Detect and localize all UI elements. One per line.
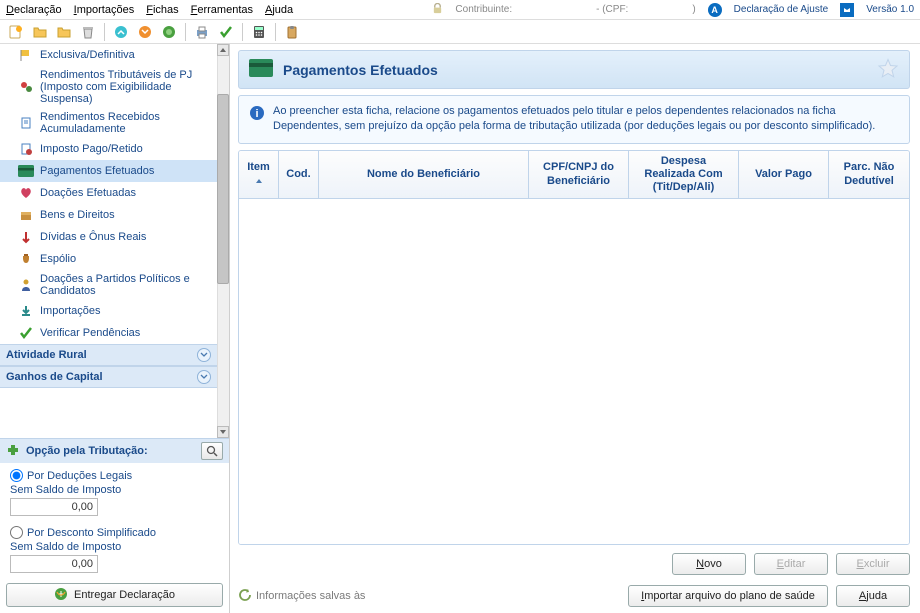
sidebar-item-7[interactable]: Dívidas e Ônus Reais [0,226,217,248]
urn-icon [18,251,34,267]
chevron-down-icon [197,370,211,384]
cpf-close: ) [692,4,695,15]
info-text: Ao preencher esta ficha, relacione os pa… [273,104,899,135]
tb-globe-orange-icon[interactable] [135,22,155,42]
tb-calculator-icon[interactable] [249,22,269,42]
table-body [239,199,909,544]
card-icon [18,163,34,179]
novo-button[interactable]: Novo [672,553,746,575]
globe-deliver-icon [54,587,68,604]
sidebar-item-1[interactable]: Rendimentos Tributáveis de PJ (Imposto c… [0,66,217,108]
menu-ajuda[interactable]: Ajuda [265,4,293,16]
tb-globe-cyan-icon[interactable] [111,22,131,42]
col-1[interactable]: Cod. [279,151,319,199]
section-ganhos-capital[interactable]: Ganhos de Capital [0,366,217,388]
menu-declaracao[interactable]: Declaração [6,4,62,16]
col-5[interactable]: Valor Pago [739,151,829,199]
col-0[interactable]: Item [239,151,279,199]
menu-importacoes[interactable]: Importações [74,4,135,16]
import-health-button[interactable]: Importar arquivo do plano de saúde [628,585,828,607]
version-icon [840,3,854,17]
chevron-down-icon [197,348,211,362]
sidebar-item-label: Dívidas e Ônus Reais [40,231,146,243]
sidebar-item-label: Importações [40,305,101,317]
card-icon [249,59,273,80]
radio-deducoes-legais[interactable]: Por Deduções Legais [10,467,219,484]
sidebar-item-11[interactable]: Verificar Pendências [0,322,217,344]
star-icon[interactable] [877,57,899,82]
cpf-label: - (CPF: [596,4,628,15]
menu-ferramentas[interactable]: Ferramentas [191,4,253,16]
saldo-value-2: 0,00 [10,555,98,573]
editar-button[interactable]: Editar [754,553,828,575]
info-icon: i [249,105,265,121]
sidebar-item-label: Pagamentos Efetuados [40,165,154,177]
help-button[interactable]: Ajuda [836,585,910,607]
tb-trash-icon[interactable] [78,22,98,42]
sidebar-item-2[interactable]: Rendimentos Recebidos Acumuladamente [0,108,217,138]
import-icon [18,303,34,319]
sidebar-item-label: Imposto Pago/Retido [40,143,143,155]
tax-icon [18,141,34,157]
scroll-up-button[interactable] [217,44,229,56]
tb-folder-icon[interactable] [54,22,74,42]
section-atividade-rural[interactable]: Atividade Rural [0,344,217,366]
sidebar-item-label: Exclusiva/Definitiva [40,49,135,61]
puzzle-icon [6,443,22,459]
check-icon [18,325,34,341]
sidebar-item-9[interactable]: Doações a Partidos Políticos e Candidato… [0,270,217,300]
page-title: Pagamentos Efetuados [283,62,438,78]
sidebar-item-label: Verificar Pendências [40,327,140,339]
sidebar-item-0[interactable]: Exclusiva/Definitiva [0,44,217,66]
saldo-value-1: 0,00 [10,498,98,516]
flag-icon [18,47,34,63]
excluir-button[interactable]: Excluir [836,553,910,575]
sidebar-item-6[interactable]: Bens e Direitos [0,204,217,226]
heart-icon [18,185,34,201]
deliver-button[interactable]: Entregar Declaração [6,583,223,607]
sidebar-item-label: Doações a Partidos Políticos e Candidato… [40,273,213,297]
doc-icon [18,115,34,131]
scroll-down-button[interactable] [217,426,229,438]
saved-label: Informações salvas às [256,590,365,602]
refresh-icon [238,588,252,605]
person-icon [18,277,34,293]
sidebar-item-label: Bens e Direitos [40,209,115,221]
menu-fichas[interactable]: Fichas [146,4,178,16]
sidebar-item-label: Doações Efetuadas [40,187,136,199]
sidebar-item-4[interactable]: Pagamentos Efetuados [0,160,217,182]
version-label: Versão 1.0 [866,4,914,15]
lock-icon [432,3,443,17]
tb-globe-green-icon[interactable] [159,22,179,42]
search-button[interactable] [201,442,223,460]
scrollbar-thumb[interactable] [217,94,229,284]
col-6[interactable]: Parc. Não Dedutível [829,151,909,199]
svg-text:i: i [255,108,258,120]
tb-check-green-icon[interactable] [216,22,236,42]
col-2[interactable]: Nome do Beneficiário [319,151,529,199]
box-icon [18,207,34,223]
tb-open-icon[interactable] [30,22,50,42]
debt-icon [18,229,34,245]
badge-a-icon: A [708,3,722,17]
tb-clipboard-icon[interactable] [282,22,302,42]
sidebar-item-5[interactable]: Doações Efetuadas [0,182,217,204]
contributor-label: Contribuinte: [455,4,512,15]
tb-print-icon[interactable] [192,22,212,42]
sidebar-item-3[interactable]: Imposto Pago/Retido [0,138,217,160]
saldo-label-1: Sem Saldo de Imposto [10,484,219,496]
tb-new-icon[interactable] [6,22,26,42]
sidebar-item-8[interactable]: Espólio [0,248,217,270]
col-3[interactable]: CPF/CNPJ do Beneficiário [529,151,629,199]
saldo-label-2: Sem Saldo de Imposto [10,541,219,553]
col-4[interactable]: Despesa Realizada Com (Tit/Dep/Ali) [629,151,739,199]
sidebar-item-label: Rendimentos Recebidos Acumuladamente [40,111,213,135]
option-label: Opção pela Tributação: [26,445,201,457]
sidebar-item-10[interactable]: Importações [0,300,217,322]
pj-icon [18,79,34,95]
decl-type: Declaração de Ajuste [734,4,829,15]
sidebar-item-label: Rendimentos Tributáveis de PJ (Imposto c… [40,69,213,105]
sidebar-item-label: Espólio [40,253,76,265]
radio-desconto-simplificado[interactable]: Por Desconto Simplificado [10,524,219,541]
